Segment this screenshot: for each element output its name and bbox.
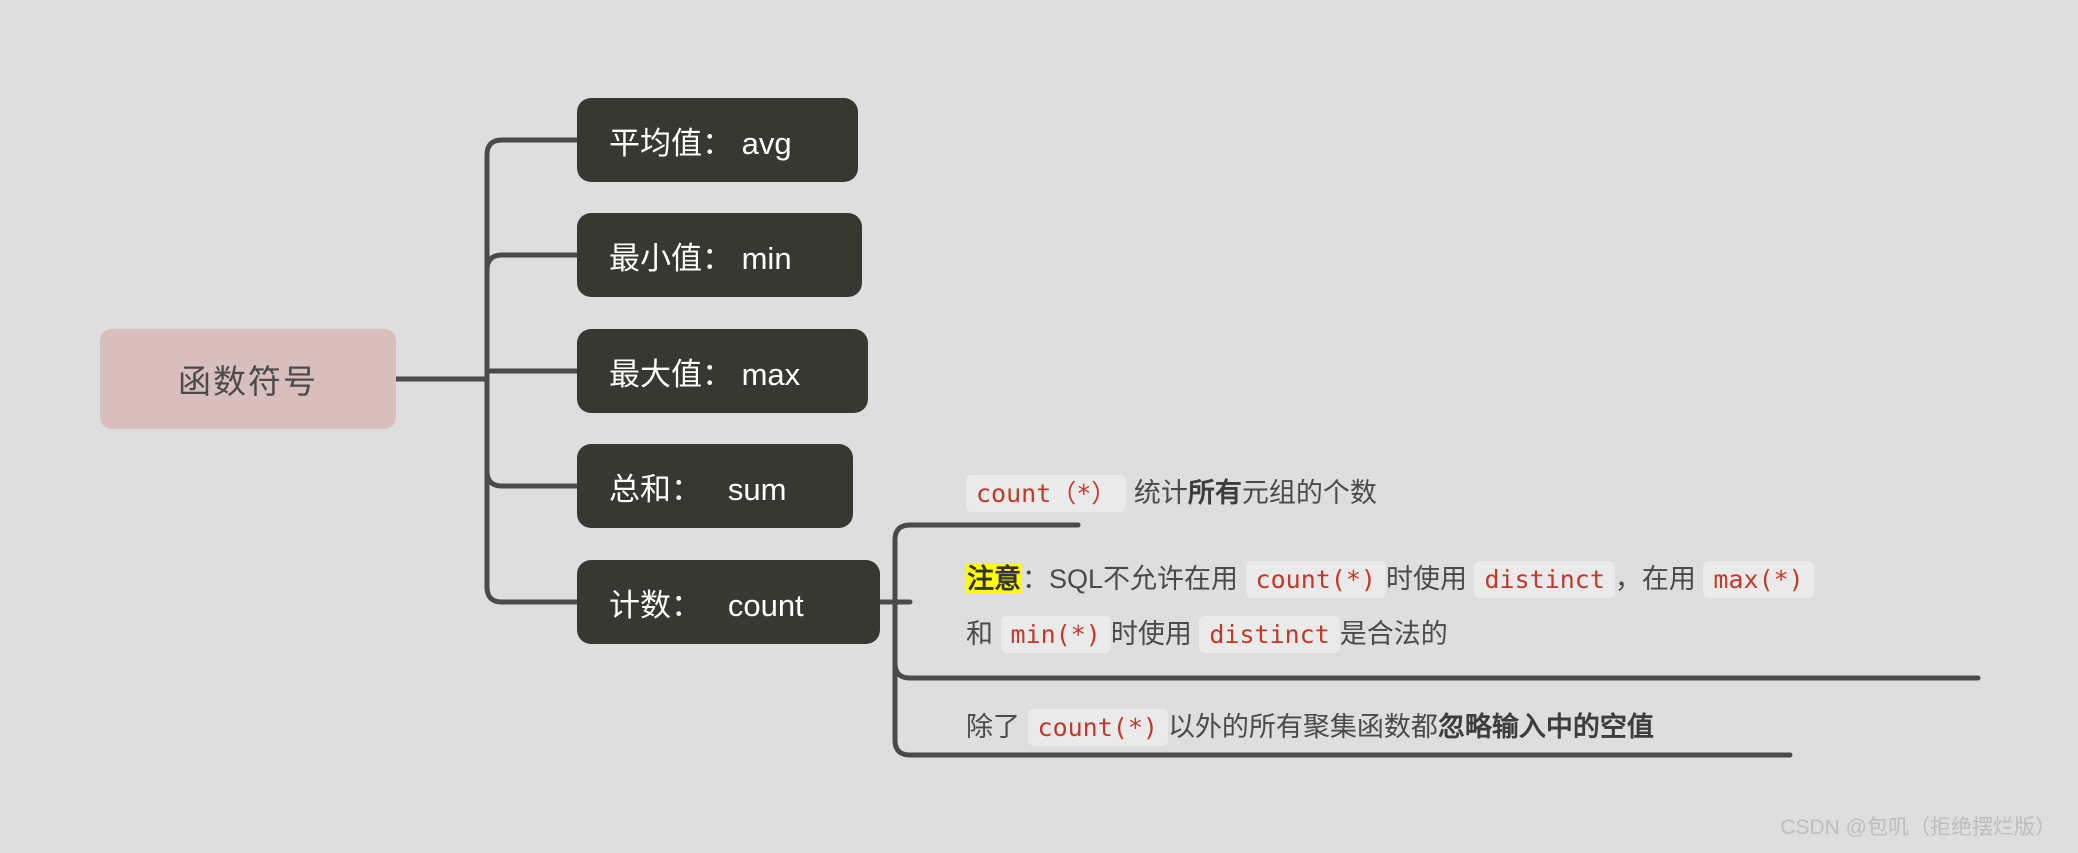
note-text-plain-2: 元组的个数 [1241, 478, 1377, 508]
branch-node-label: 总和： sum [609, 471, 787, 507]
attention-seg-6: 是合法的 [1339, 619, 1448, 649]
branch-node-label: 计数： count [609, 587, 804, 623]
except-seg-2: 以外的所有聚集函数都 [1167, 712, 1438, 742]
note-text-plain: 统计 [1133, 478, 1188, 508]
note-attention-line-1: 注意：SQL不允许在用 count(*) 时使用 distinct ，在用 max(… [966, 552, 1814, 607]
note-count-star-line: count（*） 统计所有元组的个数 [966, 466, 1377, 521]
code-chip-min-star: min(*) [1000, 616, 1111, 653]
note-text-bold: 所有 [1187, 478, 1242, 508]
branch-node-min[interactable]: 最小值： min [577, 213, 862, 297]
note-count-star: count（*） 统计所有元组的个数 [966, 466, 1377, 521]
code-chip-count-star-2: count(*) [1027, 709, 1168, 746]
branch-node-label: 平均值： avg [609, 125, 792, 161]
attention-colon: ： [1022, 564, 1049, 594]
code-chip-count-star: count（*） [966, 475, 1127, 512]
wire-to-avg [484, 137, 580, 367]
code-chip-distinct-2: distinct [1199, 616, 1340, 653]
attention-seg-5: 时使用 [1110, 619, 1192, 649]
root-node-label: 函数符号 [178, 363, 318, 400]
wire-to-count [484, 391, 580, 605]
attention-seg-2: 时使用 [1385, 564, 1467, 594]
wire-to-sum [484, 391, 580, 489]
wire-to-min [484, 252, 580, 367]
branch-node-sum[interactable]: 总和： sum [577, 444, 853, 528]
note-except-count-line: 除了 count(*) 以外的所有聚集函数都忽略输入中的空值 [966, 700, 1654, 755]
note-except-count: 除了 count(*) 以外的所有聚集函数都忽略输入中的空值 [966, 700, 1654, 755]
branch-node-count[interactable]: 计数： count [577, 560, 880, 644]
attention-seg-1: SQL不允许在用 [1049, 564, 1239, 594]
attention-seg-4: 和 [966, 619, 993, 649]
except-seg-1: 除了 [966, 712, 1020, 742]
note-attention-line-2: 和 min(*) 时使用 distinct 是合法的 [966, 607, 1814, 662]
branch-node-label: 最大值： max [609, 356, 801, 392]
mindmap-canvas: 函数符号 平均值： avg 最小值： min 最大值： max 总和： sum … [0, 0, 2078, 853]
branch-node-label: 最小值： min [609, 240, 792, 276]
branch-node-max[interactable]: 最大值： max [577, 329, 868, 413]
attention-seg-3: ，在用 [1614, 564, 1696, 594]
code-chip-max-star: max(*) [1703, 561, 1814, 598]
code-chip-count-star-1: count(*) [1245, 561, 1386, 598]
attention-highlight: 注意 [966, 564, 1022, 594]
branch-node-avg[interactable]: 平均值： avg [577, 98, 858, 182]
except-bold: 忽略输入中的空值 [1437, 712, 1654, 742]
root-node-function-symbols[interactable]: 函数符号 [100, 329, 396, 429]
code-chip-distinct-1: distinct [1474, 561, 1615, 598]
watermark: CSDN @包叽（拒绝摆烂版） [1780, 816, 2056, 839]
note-attention: 注意：SQL不允许在用 count(*) 时使用 distinct ，在用 max(… [966, 552, 1814, 662]
